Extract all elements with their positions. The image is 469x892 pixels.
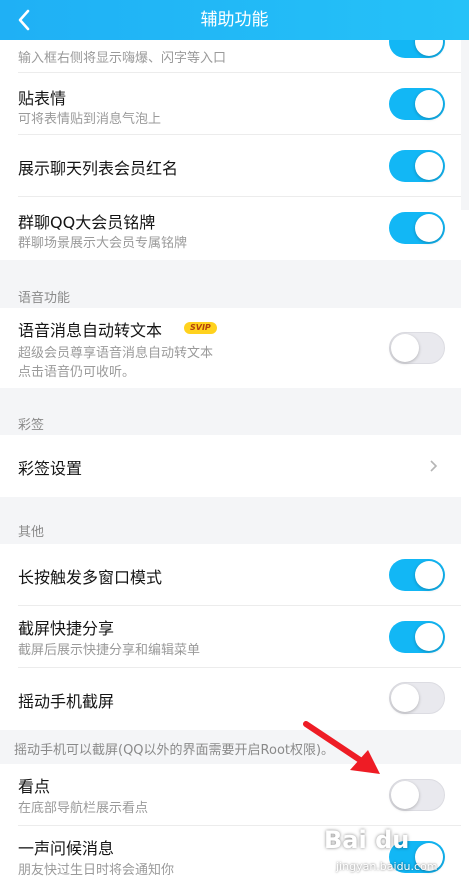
row-group-badge-title: 群聊QQ大会员铭牌 bbox=[18, 213, 156, 232]
screenshot-share-toggle[interactable] bbox=[389, 621, 445, 653]
section-voice: 语音功能 bbox=[18, 291, 71, 306]
row-entry-toggle: 输入框右侧将显示嗨爆、闪字等入口 bbox=[0, 40, 461, 73]
row-voice-to-text: 语音消息自动转文本 SVIP 超级会员尊享语音消息自动转文本 点击语音仍可收听。 bbox=[0, 308, 461, 388]
vip-red-name-toggle[interactable] bbox=[389, 150, 445, 182]
row-voice-to-text-subtitle-1: 超级会员尊享语音消息自动转文本 bbox=[18, 346, 214, 361]
row-long-press: 长按触发多窗口模式 bbox=[0, 544, 461, 606]
section-other: 其他 bbox=[18, 525, 45, 540]
shake-screenshot-toggle[interactable] bbox=[389, 682, 445, 714]
row-voice-to-text-subtitle-2: 点击语音仍可收听。 bbox=[18, 365, 136, 380]
row-sticker: 贴表情 可将表情贴到消息气泡上 bbox=[0, 73, 461, 135]
shake-screenshot-note: 摇动手机可以截屏(QQ以外的界面需要开启Root权限)。 bbox=[14, 743, 335, 758]
row-screenshot-share: 截屏快捷分享 截屏后展示快捷分享和编辑菜单 bbox=[0, 606, 461, 668]
row-kandian-subtitle: 在底部导航栏展示看点 bbox=[18, 801, 149, 816]
top-bar: 辅助功能 bbox=[0, 0, 469, 40]
kandian-toggle[interactable] bbox=[389, 779, 445, 811]
group-badge-toggle[interactable] bbox=[389, 212, 445, 244]
scrollbar-track bbox=[461, 210, 469, 892]
row-vip-red-name: 展示聊天列表会员红名 bbox=[0, 135, 461, 197]
row-long-press-title: 长按触发多窗口模式 bbox=[18, 568, 163, 587]
row-vip-red-name-title: 展示聊天列表会员红名 bbox=[18, 159, 179, 178]
sticker-toggle[interactable] bbox=[389, 88, 445, 120]
row-sticker-subtitle: 可将表情贴到消息气泡上 bbox=[18, 112, 162, 127]
row-shake-screenshot: 摇动手机截屏 bbox=[0, 668, 461, 730]
entry-toggle[interactable] bbox=[389, 40, 445, 58]
row-voice-to-text-title: 语音消息自动转文本 bbox=[18, 321, 163, 340]
settings-list[interactable]: 输入框右侧将显示嗨爆、闪字等入口 贴表情 可将表情贴到消息气泡上 展示聊天列表会… bbox=[0, 40, 469, 892]
row-screenshot-share-subtitle: 截屏后展示快捷分享和编辑菜单 bbox=[18, 643, 201, 658]
voice-to-text-toggle[interactable] bbox=[389, 332, 445, 364]
section-caiqian: 彩签 bbox=[18, 418, 45, 433]
row-kandian: 看点 在底部导航栏展示看点 bbox=[0, 764, 461, 826]
row-caiqian-settings[interactable]: 彩签设置 bbox=[0, 435, 461, 497]
row-shake-screenshot-title: 摇动手机截屏 bbox=[18, 692, 115, 711]
row-entry-subtitle: 输入框右侧将显示嗨爆、闪字等入口 bbox=[18, 51, 227, 66]
baidu-watermark-logo: Bai du bbox=[324, 826, 410, 854]
row-group-badge: 群聊QQ大会员铭牌 群聊场景展示大会员专属铭牌 bbox=[0, 197, 461, 260]
row-group-badge-subtitle: 群聊场景展示大会员专属铭牌 bbox=[18, 236, 188, 251]
row-screenshot-share-title: 截屏快捷分享 bbox=[18, 619, 115, 638]
row-kandian-title: 看点 bbox=[18, 777, 51, 796]
baidu-watermark-url: jingyan.baidu.com bbox=[336, 860, 438, 873]
row-greeting-title: 一声问候消息 bbox=[18, 839, 115, 858]
red-arrow-annotation-icon bbox=[303, 721, 380, 774]
row-greeting-subtitle: 朋友快过生日时将会通知你 bbox=[18, 863, 175, 878]
row-caiqian-settings-title: 彩签设置 bbox=[18, 459, 83, 478]
page-title: 辅助功能 bbox=[200, 10, 269, 30]
svip-badge: SVIP bbox=[184, 322, 217, 334]
row-sticker-title: 贴表情 bbox=[18, 89, 67, 108]
chevron-right-icon bbox=[430, 460, 438, 472]
long-press-toggle[interactable] bbox=[389, 559, 445, 591]
